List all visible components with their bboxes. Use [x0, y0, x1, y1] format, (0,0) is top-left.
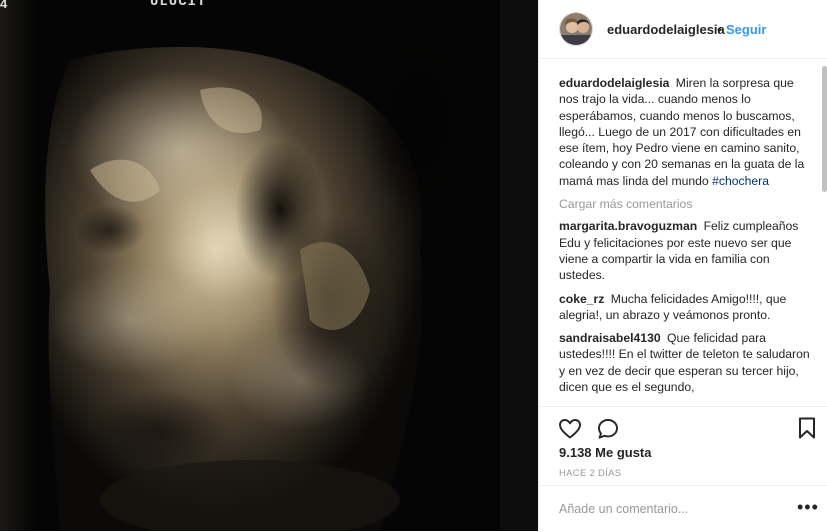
comment-item: sandraisabel4130 Que felicidad para uste… — [559, 330, 814, 395]
comment-item: margarita.bravoguzman Feliz cumpleaños E… — [559, 218, 814, 283]
comment-item: coke_rz Mucha felicidades Amigo!!!!, que… — [559, 291, 814, 324]
caption-hashtag[interactable]: #chochera — [712, 174, 769, 188]
header-separator: • — [717, 22, 722, 37]
add-comment-input[interactable] — [559, 499, 779, 519]
comment-username[interactable]: sandraisabel4130 — [559, 331, 661, 345]
comment-bubble-icon[interactable] — [596, 417, 620, 441]
caption-username[interactable]: eduardodelaiglesia — [559, 76, 669, 90]
screen-overlay-text: ULUCIT — [150, 0, 207, 10]
post-actions: 9.138 Me gusta HACE 2 DÍAS ••• — [539, 406, 827, 531]
avatar-image — [560, 13, 592, 45]
header-username[interactable]: eduardodelaiglesia — [607, 22, 725, 37]
heart-icon[interactable] — [558, 417, 582, 441]
comments-scrollbar[interactable] — [822, 64, 827, 404]
avatar[interactable] — [559, 12, 593, 46]
more-options-icon[interactable]: ••• — [797, 497, 819, 518]
ultrasound-photo — [0, 0, 538, 531]
comment-username[interactable]: coke_rz — [559, 292, 604, 306]
bookmark-icon[interactable] — [798, 417, 816, 439]
screen-corner-text: 4 — [0, 0, 8, 11]
caption-text: Miren la sorpresa que nos trajo la vida.… — [559, 76, 805, 188]
load-more-comments-button[interactable]: Cargar más comentarios — [559, 196, 814, 212]
add-comment-bar: ••• — [539, 485, 827, 532]
caption: eduardodelaiglesia Miren la sorpresa que… — [559, 75, 814, 189]
post-timestamp: HACE 2 DÍAS — [559, 468, 622, 479]
comments-list[interactable]: eduardodelaiglesia Miren la sorpresa que… — [559, 75, 814, 405]
follow-button[interactable]: Seguir — [726, 22, 766, 37]
post-image[interactable]: 4 ULUCIT — [0, 0, 538, 531]
post-header: eduardodelaiglesia • Seguir — [539, 0, 827, 59]
likes-count[interactable]: 9.138 Me gusta — [559, 445, 652, 460]
post-side-panel: eduardodelaiglesia • Seguir eduardodelai… — [538, 0, 827, 531]
comment-username[interactable]: margarita.bravoguzman — [559, 219, 697, 233]
scrollbar-thumb[interactable] — [822, 66, 827, 192]
